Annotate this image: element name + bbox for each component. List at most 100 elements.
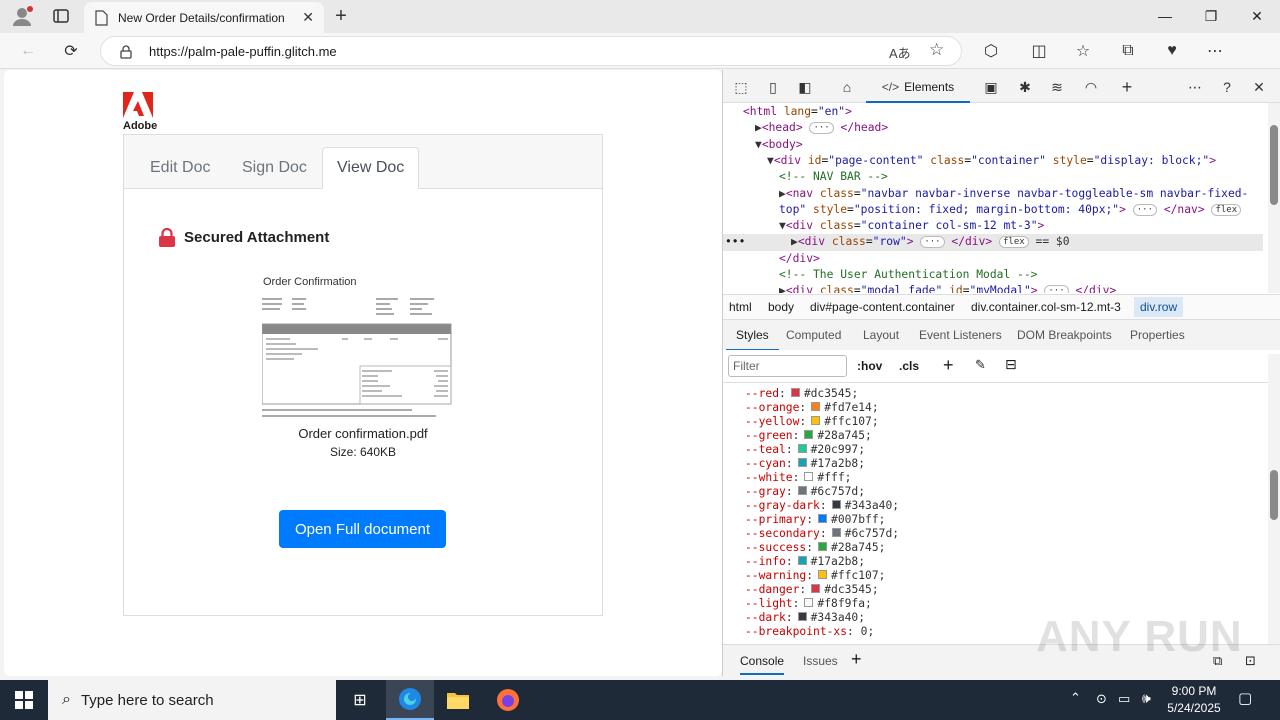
- start-button[interactable]: [0, 680, 48, 720]
- css-variable[interactable]: --yellow: #ffc107;: [745, 415, 879, 429]
- favorites-icon[interactable]: ☆: [1070, 39, 1096, 63]
- paint-brush-icon[interactable]: ✎: [975, 357, 986, 373]
- color-swatch[interactable]: [818, 570, 828, 579]
- dom-node-line[interactable]: top" style="position: fixed; margin-bott…: [779, 202, 1242, 218]
- color-swatch[interactable]: [831, 500, 841, 509]
- tab-edit-doc[interactable]: Edit Doc: [136, 147, 224, 189]
- css-variable[interactable]: --red: #dc3545;: [745, 387, 858, 401]
- dom-tree[interactable]: <html lang="en"> ▶<head> ··· </head> ▼<bod…: [723, 103, 1263, 293]
- toggle-sidebar-icon[interactable]: ⊟: [1005, 356, 1017, 373]
- tab-sign-doc[interactable]: Sign Doc: [228, 147, 321, 189]
- css-variable[interactable]: --secondary: #6c757d;: [745, 527, 899, 541]
- console-icon[interactable]: ▣: [979, 76, 1003, 98]
- tab-elements[interactable]: </> Elements: [866, 73, 970, 103]
- css-variable[interactable]: --danger: #dc3545;: [745, 583, 879, 597]
- close-tab-icon[interactable]: ✕: [302, 9, 314, 26]
- color-swatch[interactable]: [797, 486, 807, 495]
- notifications-icon[interactable]: ▢: [1238, 689, 1252, 707]
- restore-button[interactable]: ❐: [1188, 0, 1234, 32]
- css-variable[interactable]: --cyan: #17a2b8;: [745, 457, 865, 471]
- tab-console[interactable]: Console: [740, 654, 785, 675]
- styles-scrollbar[interactable]: [1268, 354, 1280, 644]
- performance-gauge-icon[interactable]: ◠: [1079, 76, 1103, 98]
- crumb-row[interactable]: div.row: [1134, 297, 1184, 317]
- css-variable[interactable]: --dark: #343a40;: [745, 611, 865, 625]
- extensions-icon[interactable]: ⬡: [978, 39, 1004, 63]
- tab-layout[interactable]: Layout: [863, 328, 899, 342]
- close-drawer-icon[interactable]: ⊡: [1245, 653, 1256, 669]
- new-style-rule-icon[interactable]: +: [943, 355, 954, 376]
- system-clock[interactable]: 9:00 PM 5/24/2025: [1156, 683, 1232, 717]
- network-wifi-icon[interactable]: ≋: [1045, 76, 1069, 98]
- open-full-document-button[interactable]: Open Full document: [279, 510, 446, 548]
- add-drawer-tab-icon[interactable]: +: [851, 649, 862, 670]
- dom-node-line[interactable]: ▼<div id="page-content" class="container…: [767, 153, 1216, 169]
- tab-issues[interactable]: Issues: [803, 654, 838, 668]
- color-swatch[interactable]: [797, 612, 807, 621]
- volume-icon[interactable]: 🕪: [1142, 690, 1151, 707]
- performance-icon[interactable]: ♥: [1159, 39, 1185, 63]
- help-icon[interactable]: ?: [1215, 76, 1239, 98]
- dom-node-line[interactable]: ▶<div class="row"> ··· </div> flex == $0: [723, 234, 1263, 251]
- tab-properties[interactable]: Properties: [1130, 328, 1185, 342]
- css-variables-list[interactable]: --red: #dc3545; --orange: #fd7e14; --yellow:…: [723, 383, 1263, 641]
- dock-side-icon[interactable]: ◧: [793, 76, 817, 98]
- color-swatch[interactable]: [818, 542, 828, 551]
- color-swatch[interactable]: [811, 402, 821, 411]
- color-swatch[interactable]: [804, 598, 814, 607]
- address-bar[interactable]: https://palm-pale-puffin.glitch.me Aあ ☆: [100, 36, 962, 66]
- task-view-icon[interactable]: ⊞: [336, 680, 384, 720]
- tab-dom-breakpoints[interactable]: DOM Breakpoints: [1017, 328, 1112, 342]
- more-menu-icon[interactable]: ⋯: [1202, 39, 1228, 63]
- styles-filter-input[interactable]: Filter: [728, 355, 847, 377]
- tab-event-listeners[interactable]: Event Listeners: [919, 328, 1002, 342]
- crumb-container[interactable]: div.container.col-sm-12.mt-3: [971, 300, 1121, 314]
- color-swatch[interactable]: [797, 556, 807, 565]
- css-variable[interactable]: --info: #17a2b8;: [745, 555, 865, 569]
- dom-node-line[interactable]: <html lang="en">: [743, 104, 852, 120]
- tab-view-doc[interactable]: View Doc: [322, 147, 420, 189]
- inspect-element-icon[interactable]: ⬚: [729, 76, 753, 98]
- dom-node-line[interactable]: <!-- The User Authentication Modal -->: [779, 267, 1037, 283]
- css-variable[interactable]: --gray-dark: #343a40;: [745, 499, 899, 513]
- device-emulation-icon[interactable]: ▯: [761, 76, 785, 98]
- hov-toggle[interactable]: :hov: [857, 359, 882, 373]
- dom-node-line[interactable]: ▼<div class="container col-sm-12 mt-3">: [779, 218, 1044, 234]
- firefox-icon[interactable]: [484, 680, 532, 720]
- color-swatch[interactable]: [811, 416, 821, 425]
- meet-now-icon[interactable]: ⊙: [1096, 691, 1107, 707]
- crumb-html[interactable]: html: [729, 300, 752, 314]
- crumb-page-content[interactable]: div#page-content.container: [810, 300, 955, 314]
- dom-node-line[interactable]: ▼<body>: [755, 137, 803, 153]
- network-icon[interactable]: ▭: [1118, 691, 1130, 707]
- split-screen-icon[interactable]: ◫: [1026, 39, 1052, 63]
- more-options-icon[interactable]: ⋯: [1183, 76, 1207, 98]
- collections-icon[interactable]: ⧉: [1115, 39, 1141, 63]
- edge-taskbar-icon[interactable]: [386, 680, 434, 720]
- close-window-button[interactable]: ✕: [1234, 0, 1280, 32]
- welcome-home-icon[interactable]: ⌂: [835, 76, 859, 98]
- dom-node-line[interactable]: </div>: [779, 251, 820, 267]
- document-preview[interactable]: Order Confirmation: [262, 273, 452, 425]
- refresh-icon[interactable]: ⟳: [58, 39, 84, 63]
- tab-styles[interactable]: Styles: [726, 328, 779, 351]
- add-panel-icon[interactable]: +: [1115, 76, 1139, 98]
- css-variable[interactable]: --gray: #6c757d;: [745, 485, 865, 499]
- favorite-star-icon[interactable]: ☆: [929, 40, 944, 60]
- minimize-button[interactable]: —: [1142, 0, 1188, 32]
- css-variable[interactable]: --teal: #20c997;: [745, 443, 865, 457]
- cls-toggle[interactable]: .cls: [899, 359, 919, 373]
- read-aloud-icon[interactable]: Aあ: [889, 43, 911, 62]
- color-swatch[interactable]: [804, 430, 814, 439]
- css-variable[interactable]: --breakpoint-xs: 0;: [745, 625, 874, 639]
- color-swatch[interactable]: [811, 584, 821, 593]
- new-tab-button[interactable]: +: [330, 5, 352, 27]
- color-swatch[interactable]: [818, 514, 828, 523]
- css-variable[interactable]: --success: #28a745;: [745, 541, 885, 555]
- back-icon[interactable]: ←: [15, 39, 41, 63]
- tab-computed[interactable]: Computed: [786, 328, 841, 342]
- styles-scroll-thumb[interactable]: [1270, 470, 1278, 520]
- color-swatch[interactable]: [797, 458, 807, 467]
- css-variable[interactable]: --white: #fff;: [745, 471, 851, 485]
- dom-node-line[interactable]: ▶<head> ··· </head>: [755, 120, 888, 136]
